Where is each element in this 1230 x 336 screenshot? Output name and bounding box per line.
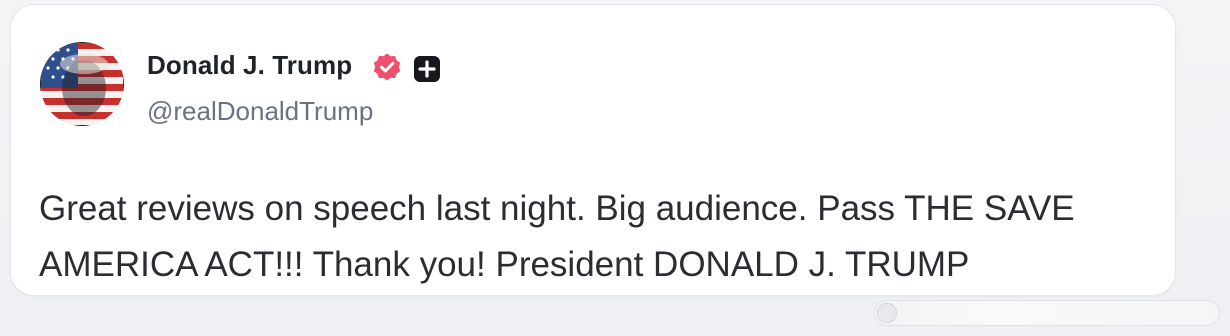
plus-badge-icon	[414, 56, 440, 82]
author-display-name[interactable]: Donald J. Trump	[147, 50, 352, 81]
flag-portrait-avatar-icon	[40, 42, 124, 126]
author-avatar[interactable]	[40, 42, 124, 126]
post-card[interactable]: Donald J. Trump @realDonaldTrump Great r…	[10, 4, 1176, 296]
verified-badge-icon	[373, 53, 401, 81]
horizontal-scroll-indicator[interactable]	[874, 300, 1220, 326]
scroll-handle[interactable]	[877, 303, 897, 323]
screenshot-stage: Donald J. Trump @realDonaldTrump Great r…	[0, 0, 1230, 336]
post-body-text: Great reviews on speech last night. Big …	[39, 189, 1075, 284]
author-handle[interactable]: @realDonaldTrump	[147, 96, 373, 127]
